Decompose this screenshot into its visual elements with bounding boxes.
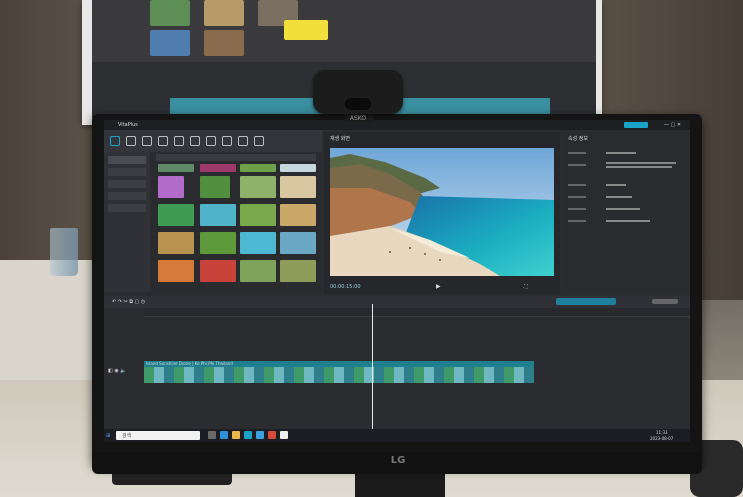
property-row <box>568 196 586 198</box>
taskview-icon[interactable] <box>208 431 216 439</box>
property-value <box>606 184 626 186</box>
property-value <box>606 196 632 198</box>
timeline-toolbar: ↶ ↷ ✂ ⧉ ▢ ◷ <box>104 296 690 308</box>
sticky-note <box>284 20 328 40</box>
beach-scene <box>330 148 554 276</box>
adjust-icon[interactable] <box>238 136 248 146</box>
property-value <box>606 152 636 154</box>
media-thumbnail[interactable] <box>280 204 316 226</box>
track-controls[interactable] <box>556 298 616 305</box>
properties-header: 속성 정보 <box>568 136 588 142</box>
timeline-tools[interactable]: ↶ ↷ ✂ ⧉ ▢ ◷ <box>112 299 145 305</box>
windows-start-icon[interactable]: ⊞ <box>106 433 110 439</box>
audio-icon[interactable] <box>126 136 136 146</box>
media-sidebar <box>104 152 150 292</box>
export-button[interactable] <box>624 122 648 128</box>
app-icon[interactable] <box>256 431 264 439</box>
media-thumbnail[interactable] <box>240 204 276 226</box>
media-thumbnail[interactable] <box>280 164 316 172</box>
projected-thumbnail <box>150 30 190 56</box>
taskbar-search-input[interactable]: 검색 <box>116 431 200 440</box>
media-thumbnail[interactable] <box>280 176 316 198</box>
property-row <box>568 152 586 154</box>
main-toolbar <box>104 130 322 152</box>
media-thumbnail[interactable] <box>158 164 194 172</box>
text-icon[interactable] <box>142 136 152 146</box>
media-thumbnail[interactable] <box>200 260 236 282</box>
playhead[interactable] <box>372 304 373 432</box>
play-icon[interactable]: ▶ <box>436 284 441 290</box>
webcam-lens <box>345 98 371 110</box>
media-thumbnail[interactable] <box>280 232 316 254</box>
store-icon[interactable] <box>244 431 252 439</box>
media-thumbnail[interactable] <box>158 176 184 198</box>
template-icon[interactable] <box>222 136 232 146</box>
property-row <box>568 220 586 222</box>
webcam-brand: ASKO <box>349 115 367 122</box>
clip-filmstrip <box>144 367 534 383</box>
media-icon[interactable] <box>110 136 120 146</box>
fullscreen-icon[interactable]: ⛶ <box>524 284 528 290</box>
media-search-input[interactable] <box>156 154 316 161</box>
sidebar-item[interactable] <box>108 192 146 200</box>
video-clip[interactable]: Island Sunshine Drone | Ko Phi Phi Thail… <box>144 361 534 383</box>
property-value <box>606 220 650 222</box>
media-thumbnail[interactable] <box>200 176 230 198</box>
property-value <box>606 208 640 210</box>
sticker-icon[interactable] <box>158 136 168 146</box>
properties-panel: 속성 정보 <box>562 132 690 294</box>
property-value <box>606 166 672 168</box>
title-bar: VitaPlus — ▢ ✕ <box>104 120 690 130</box>
property-row <box>568 164 586 166</box>
beach-preview-image <box>330 148 554 276</box>
timecode: 00:00:15:00 <box>330 284 361 290</box>
media-thumbnail[interactable] <box>200 232 236 254</box>
effect-icon[interactable] <box>174 136 184 146</box>
preview-label: 재생 화면 <box>330 136 350 142</box>
projected-thumbnail <box>204 0 244 26</box>
track-header-icons[interactable]: ◧ ◉ 🔈 <box>108 368 127 374</box>
sidebar-item[interactable] <box>108 156 146 164</box>
projected-thumbnail <box>204 30 244 56</box>
media-library <box>150 152 322 292</box>
filter-icon[interactable] <box>206 136 216 146</box>
media-thumbnail[interactable] <box>200 204 236 226</box>
search-placeholder: 검색 <box>122 433 132 439</box>
media-thumbnail[interactable] <box>158 232 194 254</box>
media-thumbnail[interactable] <box>158 260 194 282</box>
zoom-slider[interactable] <box>652 299 678 304</box>
sidebar-item[interactable] <box>108 168 146 176</box>
projected-thumbnail <box>150 0 190 26</box>
wall-panel <box>0 0 95 270</box>
glass-cup <box>50 228 78 276</box>
property-row <box>568 184 586 186</box>
media-thumbnail[interactable] <box>158 204 194 226</box>
edge-icon[interactable] <box>220 431 228 439</box>
sidebar-item[interactable] <box>108 180 146 188</box>
element-icon[interactable] <box>254 136 264 146</box>
monitor-stand <box>355 470 445 497</box>
taskbar-date: 2023-08-07 <box>650 436 674 441</box>
window-controls[interactable]: — ▢ ✕ <box>664 122 681 128</box>
media-thumbnail[interactable] <box>240 176 276 198</box>
timeline-ruler <box>144 308 690 317</box>
media-thumbnail[interactable] <box>240 232 276 254</box>
sidebar-item[interactable] <box>108 204 146 212</box>
app-title: VitaPlus <box>118 122 138 128</box>
media-thumbnail[interactable] <box>280 260 316 282</box>
property-row <box>568 208 586 210</box>
clip-title: Island Sunshine Drone | Ko Phi Phi Thail… <box>146 361 233 366</box>
media-thumbnail[interactable] <box>200 164 236 172</box>
explorer-icon[interactable] <box>232 431 240 439</box>
media-thumbnail[interactable] <box>240 260 276 282</box>
app-icon[interactable] <box>280 431 288 439</box>
monitor-screen: VitaPlus — ▢ ✕ 재생 화면 00:00:15:00 ▶ ⛶ 속성 … <box>104 120 690 442</box>
transition-icon[interactable] <box>190 136 200 146</box>
property-value <box>606 162 676 164</box>
monitor-logo: LG <box>390 455 406 466</box>
media-thumbnail[interactable] <box>240 164 276 172</box>
app-icon[interactable] <box>268 431 276 439</box>
